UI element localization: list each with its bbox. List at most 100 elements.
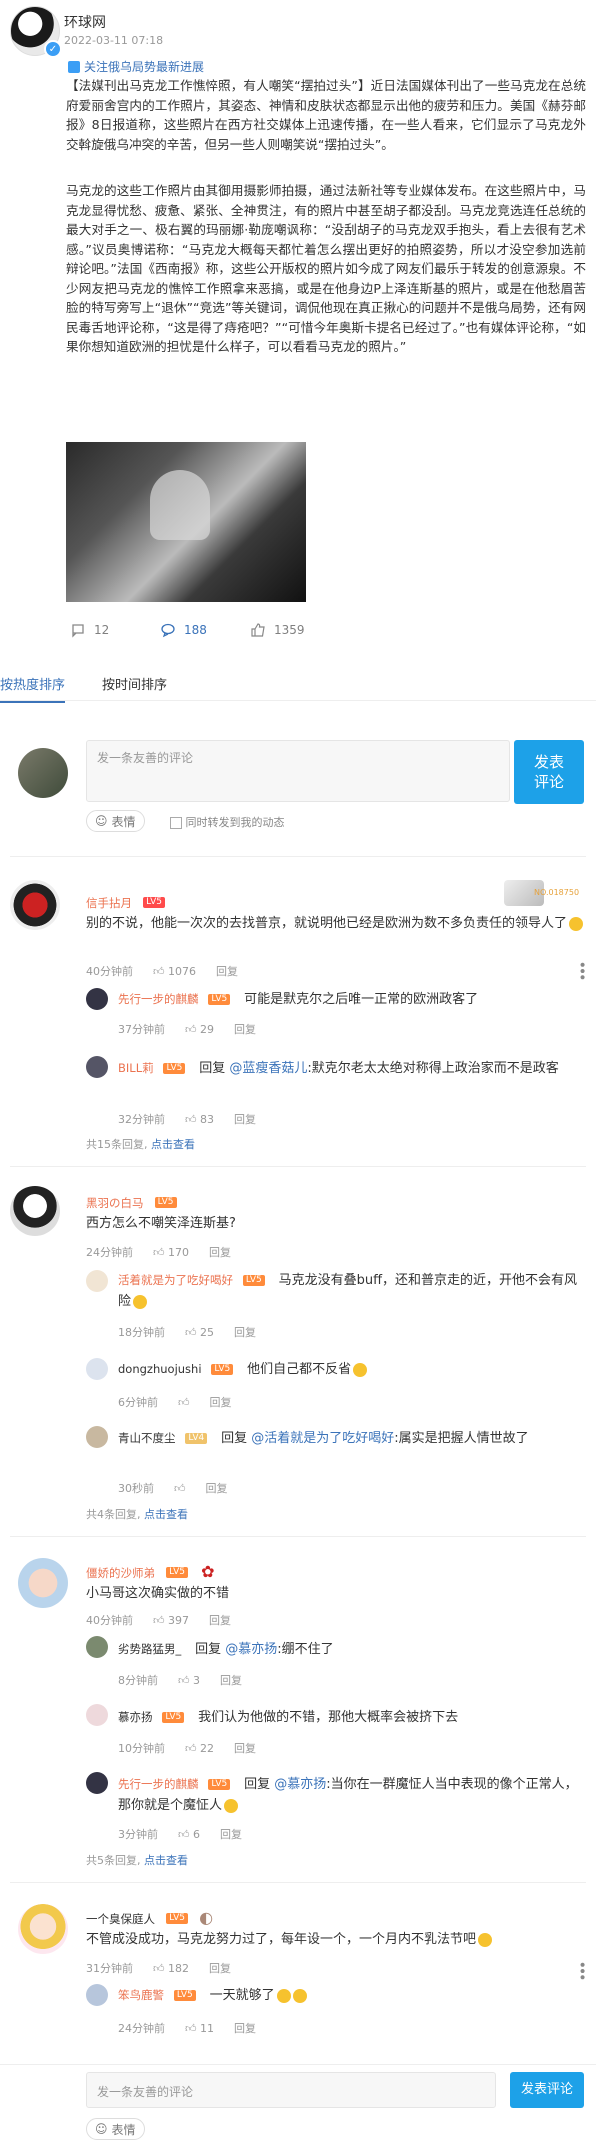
mention-link[interactable]: @活着就是为了吃好喝好 — [251, 1431, 394, 1446]
divider — [10, 1166, 586, 1167]
comment-button[interactable]: 188 — [160, 622, 207, 638]
view-more-link[interactable]: 点击查看 — [144, 1508, 188, 1521]
comment-avatar[interactable] — [10, 1186, 60, 1236]
reply-button[interactable]: 回复 — [220, 1672, 242, 1688]
reply-avatar[interactable] — [86, 988, 108, 1010]
level-badge: LV5 — [208, 994, 231, 1005]
mention-link[interactable]: @慕亦扬 — [274, 1777, 326, 1792]
level-badge: LV5 — [173, 1990, 196, 2001]
repost-checkbox[interactable] — [170, 817, 182, 829]
like-button[interactable]: 👍︎ 3 — [178, 1674, 200, 1687]
like-button[interactable]: 👍︎ 83 — [185, 1113, 214, 1126]
comment-header: 僵娇的沙师弟 LV5 ✿ — [86, 1562, 215, 1581]
reply-button[interactable]: 回复 — [234, 2020, 256, 2036]
reply-text: 回复 @活着就是为了吃好喝好:属实是把握人情世故了 — [221, 1431, 529, 1446]
reply-button[interactable]: 回复 — [209, 1244, 231, 1260]
comment-input[interactable]: 发一条友善的评论 — [86, 740, 510, 802]
reply-text: 一天就够了 — [210, 1988, 307, 2003]
reply-button[interactable]: 回复 — [220, 1826, 242, 1842]
emoji-icon — [353, 1362, 368, 1377]
emoji-icon — [569, 916, 584, 931]
comment-meta: 31分钟前 👍︎ 182 回复 — [86, 1960, 231, 1976]
reply-username[interactable]: 劣势路猛男_ — [118, 1642, 181, 1656]
sticky-submit-button[interactable]: 发表评论 — [510, 2072, 584, 2108]
more-options-icon[interactable]: ••• — [573, 1961, 589, 1980]
medal-icon: ✿ — [201, 1562, 215, 1581]
reply-username[interactable]: BILL莉 — [118, 1061, 154, 1075]
like-button[interactable]: 👍︎ 182 — [153, 1962, 189, 1975]
reply-button[interactable]: 回复 — [210, 1394, 232, 1410]
like-button[interactable]: 👍︎ 22 — [185, 1742, 214, 1755]
comment-username[interactable]: 一个臭保庭人 — [86, 1912, 155, 1926]
verified-icon: ✓ — [44, 40, 62, 58]
reply-button[interactable]: 回复 — [209, 1612, 231, 1628]
reply-username[interactable]: 先行一步的麒麟 — [118, 1777, 199, 1791]
comment-username[interactable]: 信手拈月 — [86, 896, 132, 910]
reply-username[interactable]: 慕亦扬 — [118, 1710, 153, 1724]
reply-avatar[interactable] — [86, 1358, 108, 1380]
reply-meta: 18分钟前 👍︎ 25 回复 — [118, 1324, 256, 1340]
reply-avatar[interactable] — [86, 1984, 108, 2006]
sticky-comment-input[interactable]: 发一条友善的评论 — [86, 2072, 496, 2108]
like-button[interactable]: 👍︎ 1076 — [153, 965, 196, 978]
mention-link[interactable]: @蓝瘦香菇儿 — [229, 1061, 307, 1076]
tab-hot[interactable]: 按热度排序 — [0, 674, 66, 703]
more-replies: 共4条回复, 点击查看 — [86, 1508, 188, 1521]
more-replies: 共15条回复, 点击查看 — [86, 1138, 195, 1151]
reply-username[interactable]: 先行一步的麒麟 — [118, 992, 199, 1006]
level-badge: LV5 — [154, 1197, 177, 1208]
reply-button[interactable]: 回复 — [234, 1324, 256, 1340]
reply-avatar[interactable] — [86, 1426, 108, 1448]
submit-comment-button[interactable]: 发表评论 — [514, 740, 584, 804]
like-button[interactable]: 👍︎ 25 — [185, 1326, 214, 1339]
mention-link[interactable]: @慕亦扬 — [225, 1642, 277, 1657]
comment-avatar[interactable] — [10, 880, 60, 930]
tabs-divider — [0, 700, 596, 701]
view-more-link[interactable]: 点击查看 — [144, 1854, 188, 1867]
comment-meta: 40分钟前 👍︎ 1076 回复 — [86, 963, 238, 979]
reply-username[interactable]: 青山不度尘 — [118, 1431, 176, 1445]
like-button[interactable]: 👍︎ — [178, 1396, 190, 1409]
reply-avatar[interactable] — [86, 1270, 108, 1292]
like-button[interactable]: 👍︎ — [174, 1482, 186, 1495]
reply-button[interactable]: 回复 — [209, 1960, 231, 1976]
reply-avatar[interactable] — [86, 1056, 108, 1078]
reply-avatar[interactable] — [86, 1636, 108, 1658]
comment-avatar[interactable] — [18, 1558, 68, 1608]
topic-link[interactable]: 关注俄乌局势最新进展 — [68, 58, 204, 75]
reply-avatar[interactable] — [86, 1704, 108, 1726]
view-more-link[interactable]: 点击查看 — [151, 1138, 195, 1151]
reply-username[interactable]: 活着就是为了吃好喝好 — [118, 1273, 233, 1287]
emoji-button[interactable]: ☺ 表情 — [86, 810, 145, 832]
like-button[interactable]: 👍︎ 6 — [178, 1828, 200, 1841]
tab-time[interactable]: 按时间排序 — [102, 674, 167, 701]
reply-username[interactable]: 笨鸟鹿警 — [118, 1988, 164, 2002]
reply-button[interactable]: 回复 — [234, 1021, 256, 1037]
like-button[interactable]: 👍︎ 29 — [185, 1023, 214, 1036]
reply-button[interactable]: 回复 — [216, 963, 238, 979]
comment-avatar[interactable] — [18, 1904, 68, 1954]
comment-count: 188 — [184, 623, 207, 637]
post-author-name[interactable]: 环球网 — [64, 12, 106, 32]
reply-username[interactable]: dongzhuojushi — [118, 1362, 202, 1376]
like-button[interactable]: 👍︎ 11 — [185, 2022, 214, 2035]
level-badge: LV5 — [211, 1364, 234, 1375]
comment-username[interactable]: 僵娇的沙师弟 — [86, 1566, 155, 1580]
reply-meta: 3分钟前 👍︎ 6 回复 — [118, 1826, 242, 1842]
fan-badge-number: NO.018750 — [534, 888, 580, 897]
like-button[interactable]: 👍︎ 397 — [153, 1614, 189, 1627]
like-button[interactable]: 👍︎ 170 — [153, 1246, 189, 1259]
sticky-emoji-button[interactable]: ☺ 表情 — [86, 2118, 145, 2140]
comment-time: 40分钟前 — [86, 965, 133, 978]
topic-icon — [68, 60, 80, 73]
medal-icon: ◐ — [199, 1908, 214, 1927]
reply-button[interactable]: 回复 — [234, 1740, 256, 1756]
reply-button[interactable]: 回复 — [206, 1480, 228, 1496]
repost-option[interactable]: 同时转发到我的动态 — [170, 814, 285, 830]
reply-button[interactable]: 回复 — [234, 1111, 256, 1127]
like-button[interactable]: 1359 — [250, 622, 305, 638]
comment-username[interactable]: 黑羽の白马 — [86, 1196, 144, 1210]
reply-avatar[interactable] — [86, 1772, 108, 1794]
more-options-icon[interactable]: ••• — [573, 961, 589, 980]
repost-button[interactable]: 12 — [70, 622, 109, 638]
